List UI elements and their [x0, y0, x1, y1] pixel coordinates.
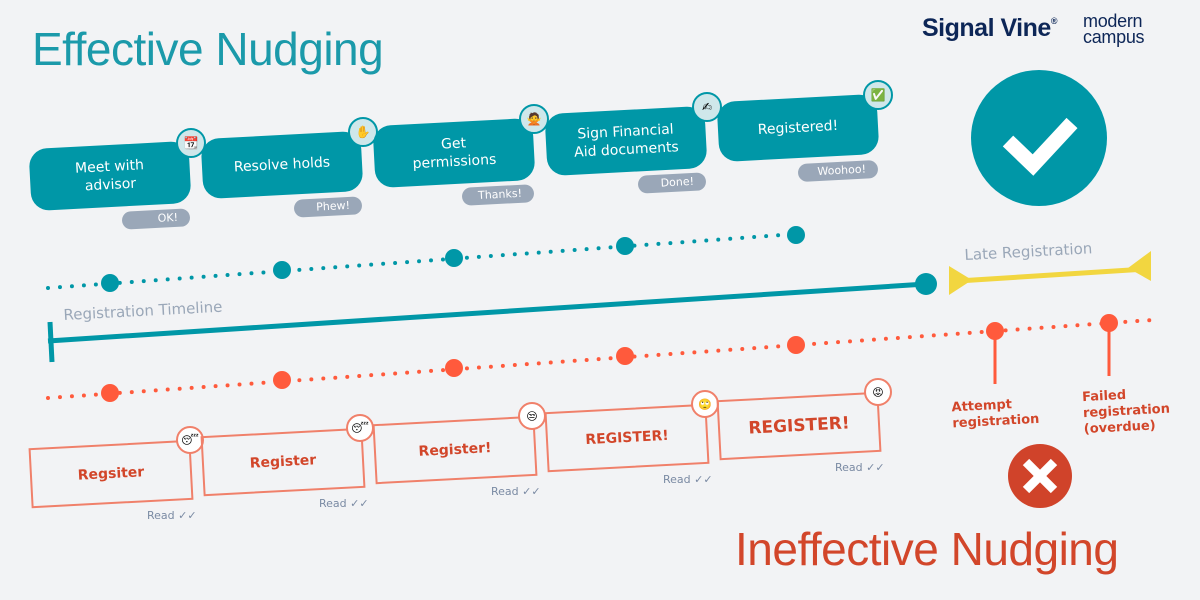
read-status: Read	[663, 473, 691, 486]
ineffective-dot-3	[445, 359, 463, 377]
message-card: Register	[200, 427, 366, 497]
unamused-face-icon: 😒	[518, 402, 546, 430]
message-label: Register!	[418, 440, 492, 460]
effective-dot-4	[616, 237, 634, 255]
double-check-icon: ✓✓	[350, 497, 369, 510]
step-label: Sign Financial Aid documents	[573, 121, 680, 161]
read-status: Read	[835, 461, 863, 474]
reply-bubble: Phew!	[293, 196, 363, 218]
reply-bubble: Thanks!	[461, 184, 535, 206]
double-check-icon: ✓✓	[522, 485, 541, 498]
message-label: REGISTER!	[584, 427, 670, 449]
read-status: Read	[319, 497, 347, 510]
effective-dotted-path	[46, 232, 798, 290]
late-registration-start-arrow	[949, 266, 972, 295]
attempt-registration-label: Attempt registration	[951, 397, 1040, 432]
message-label: Register	[249, 452, 317, 472]
ineffective-dot-5	[787, 336, 805, 354]
rolling-eyes-face-icon: 🙄	[691, 390, 719, 418]
sleeping-face-icon: 😴	[346, 414, 374, 442]
effective-dot-2	[273, 261, 291, 279]
step-card-resolve-holds: Resolve holds	[200, 130, 364, 200]
timeline-start-tick	[47, 321, 55, 363]
effective-dot-1	[101, 274, 119, 292]
timeline-end-dot	[915, 273, 937, 295]
read-receipt: Read ✓✓	[319, 497, 369, 510]
message-label: REGISTER!	[747, 413, 851, 439]
double-check-icon: ✓✓	[178, 509, 197, 522]
angry-face-icon: 😡	[864, 378, 892, 406]
read-status: Read	[147, 509, 175, 522]
reply-bubble: Done!	[637, 172, 707, 194]
step-card-meet-advisor: Meet with advisor	[28, 140, 192, 212]
check-mark-button-icon: ✅	[863, 80, 893, 110]
read-receipt: Read ✓✓	[147, 509, 197, 522]
step-label: Get permissions	[412, 135, 497, 173]
late-registration-line	[957, 266, 1147, 284]
message-card: REGISTER!	[716, 391, 882, 461]
read-status: Read	[491, 485, 519, 498]
message-card: Regsiter	[28, 439, 194, 509]
step-card-get-permissions: Get permissions	[372, 117, 536, 189]
late-registration-end-arrow	[1128, 251, 1151, 281]
step-label: Resolve holds	[233, 154, 331, 176]
effective-dot-3	[445, 249, 463, 267]
read-receipt: Read ✓✓	[491, 485, 541, 498]
ineffective-dot-4	[616, 347, 634, 365]
ineffective-dot-1	[101, 384, 119, 402]
step-label: Meet with advisor	[74, 157, 145, 195]
message-card: Register!	[372, 415, 538, 485]
effective-step-dots	[101, 226, 805, 292]
message-label: Regsiter	[77, 464, 145, 484]
double-check-icon: ✓✓	[694, 473, 713, 486]
effective-dot-5	[787, 226, 805, 244]
read-receipt: Read ✓✓	[835, 461, 885, 474]
ineffective-dot-2	[273, 371, 291, 389]
message-card: REGISTER!	[544, 403, 710, 473]
double-check-icon: ✓✓	[866, 461, 885, 474]
x-circle-icon	[1008, 444, 1072, 508]
reply-bubble: OK!	[121, 208, 191, 230]
check-circle-icon	[971, 70, 1107, 206]
read-receipt: Read ✓✓	[663, 473, 713, 486]
failed-registration-label: Failed registration (overdue)	[1081, 387, 1171, 438]
step-card-registered: Registered!	[716, 93, 880, 163]
step-card-sign-financial-aid: Sign Financial Aid documents	[544, 105, 708, 177]
step-label: Registered!	[757, 117, 839, 139]
